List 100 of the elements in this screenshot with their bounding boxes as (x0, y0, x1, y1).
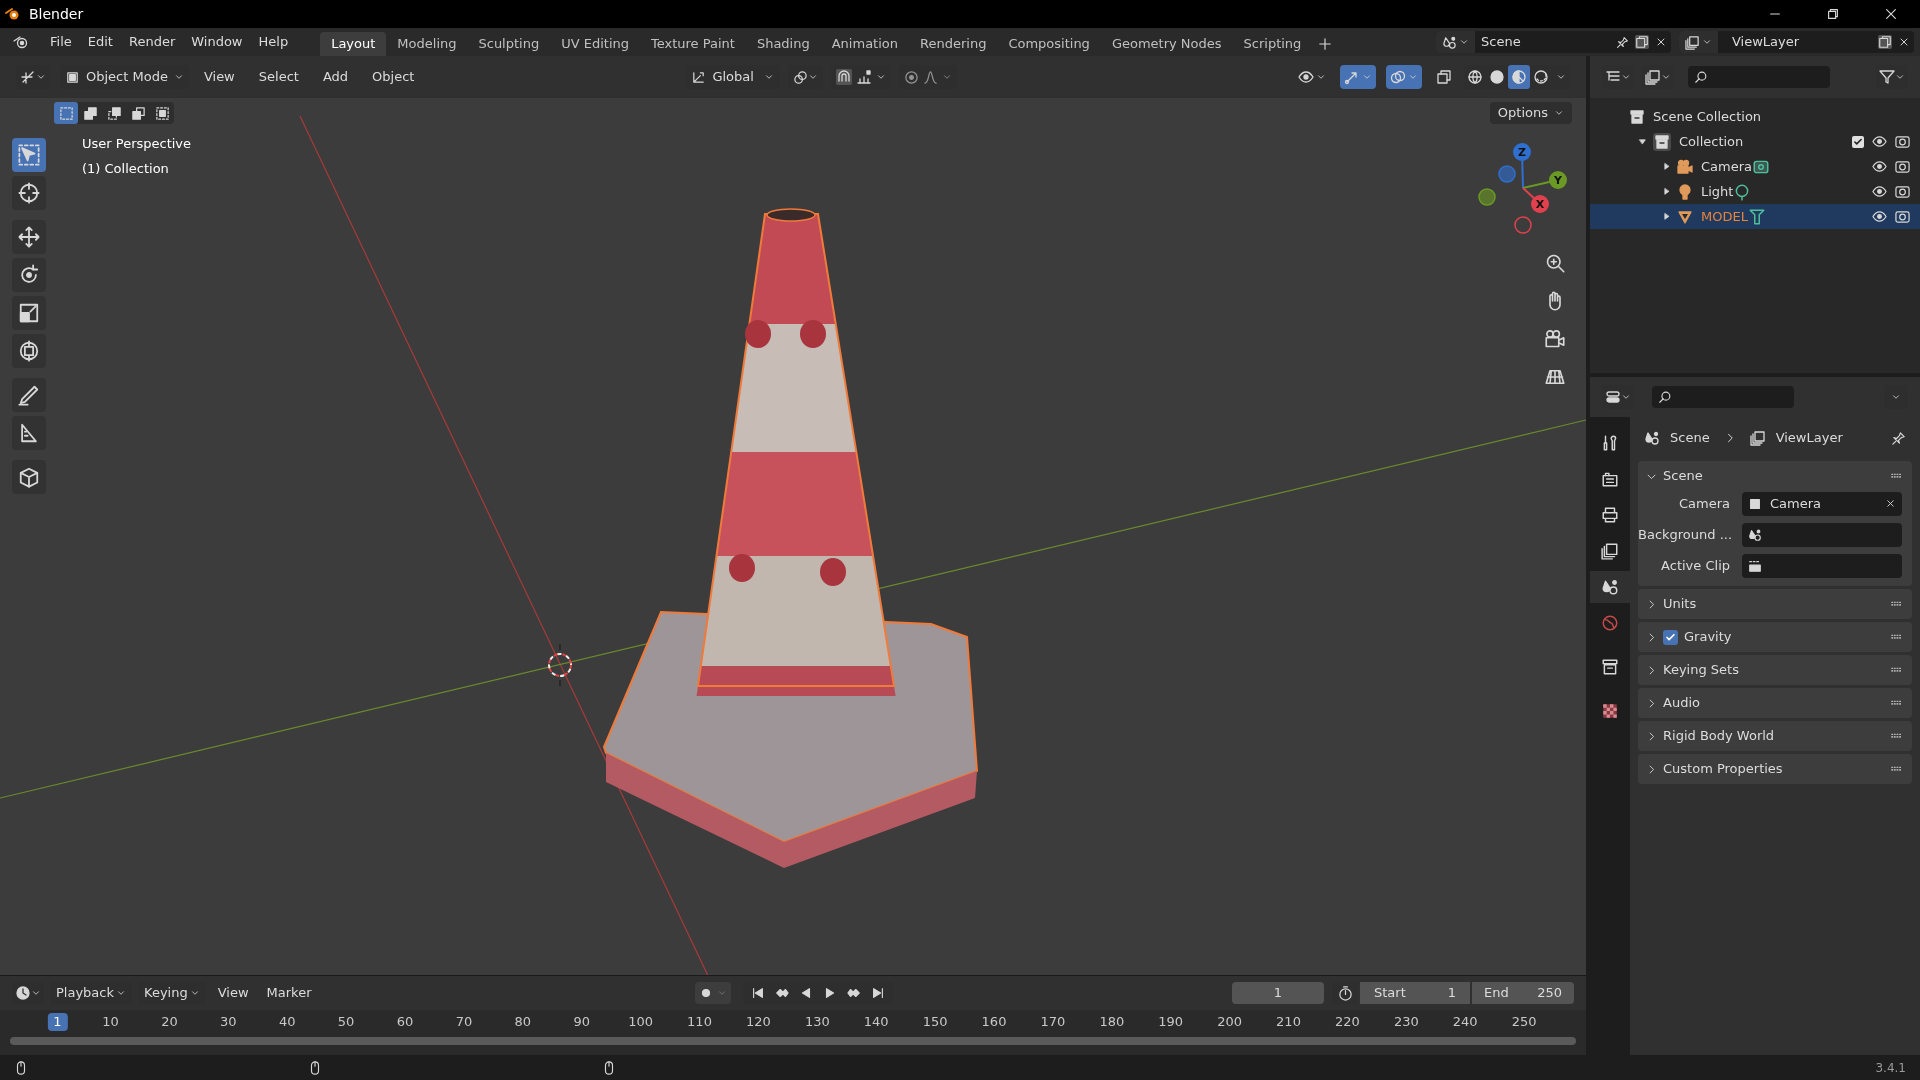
camera-icon[interactable] (1545, 329, 1565, 349)
current-frame-field[interactable]: 1 (1232, 982, 1324, 1004)
outliner-row[interactable]: Light (1590, 179, 1920, 204)
next-keyframe-icon[interactable] (847, 986, 862, 1000)
rotate-tool-button[interactable] (12, 258, 46, 292)
duplicate-icon[interactable] (1878, 35, 1892, 49)
frame-number[interactable]: 1 (47, 1013, 68, 1031)
measure-tool-button[interactable] (12, 416, 46, 450)
negative-axis-handle[interactable] (1478, 188, 1496, 206)
collapsed-arrow-icon[interactable] (1662, 162, 1671, 171)
stopwatch-icon[interactable] (1337, 985, 1353, 1001)
menu-item[interactable]: View (194, 65, 244, 89)
workspace-tab[interactable]: Modeling (386, 32, 468, 56)
gizmo-toggle[interactable] (1340, 65, 1376, 89)
add-cube-tool-button[interactable] (12, 460, 46, 494)
end-frame-field[interactable]: End 250 (1472, 982, 1574, 1004)
panel-header[interactable]: Custom Properties (1638, 754, 1912, 784)
outliner-row[interactable]: Collection (1590, 129, 1920, 154)
annotate-tool-button[interactable] (12, 378, 46, 412)
panel-header[interactable]: Units (1638, 589, 1912, 619)
workspace-tab[interactable]: Scripting (1232, 32, 1313, 56)
add-icon[interactable] (1318, 37, 1333, 51)
menu-item[interactable]: View (211, 982, 255, 1004)
panel-header[interactable]: Gravity (1638, 622, 1912, 652)
collapsed-arrow-icon[interactable] (1662, 187, 1671, 196)
previous-keyframe-icon[interactable] (775, 986, 790, 1000)
3d-viewport[interactable]: Options User Perspective (1) Collection Z Y X (0, 98, 1586, 975)
collapsed-arrow-icon[interactable] (1662, 212, 1671, 221)
scene-field[interactable] (1742, 522, 1902, 547)
outliner-row[interactable]: MODEL (1590, 204, 1920, 229)
menu-item[interactable]: Select (249, 65, 308, 89)
workspace-tab[interactable]: Compositing (997, 32, 1101, 56)
workspace-tab[interactable]: Layout (320, 32, 387, 56)
eye-icon[interactable] (1872, 209, 1887, 224)
workspace-tab[interactable]: Sculpting (467, 32, 551, 56)
blender-menu-icon[interactable] (13, 34, 29, 50)
restore-icon[interactable] (1826, 7, 1840, 21)
menu-item[interactable]: Marker (260, 982, 318, 1004)
menu-item[interactable]: Edit (79, 30, 121, 54)
transform-tool-button[interactable] (12, 334, 46, 368)
grid-icon[interactable] (1545, 367, 1565, 387)
negative-axis-handle[interactable] (1498, 165, 1516, 183)
jump-start-icon[interactable] (751, 986, 766, 1000)
axis-handle[interactable]: X (1531, 195, 1549, 213)
zoom-icon[interactable] (1545, 253, 1565, 273)
select-tool-button[interactable] (12, 138, 46, 172)
render-camera-icon[interactable] (1895, 209, 1910, 224)
axis-handle[interactable]: Z (1513, 143, 1531, 161)
clip-field[interactable] (1742, 553, 1902, 578)
workspace-tab[interactable]: Animation (820, 32, 909, 56)
start-frame-field[interactable]: Start 1 (1360, 982, 1470, 1004)
options-dropdown[interactable]: Options (1489, 102, 1572, 124)
eye-icon[interactable] (1872, 134, 1887, 149)
menu-item[interactable]: Object (363, 65, 424, 89)
eye-icon[interactable] (1872, 184, 1887, 199)
negative-axis-handle[interactable] (1514, 216, 1532, 234)
eye-icon[interactable] (1872, 159, 1887, 174)
search-field[interactable] (1652, 386, 1794, 408)
close-icon[interactable] (1655, 36, 1667, 48)
scene-properties-tab[interactable] (1590, 571, 1630, 603)
workspace-tab[interactable]: Rendering (909, 32, 998, 56)
3d-cursor-icon[interactable] (548, 643, 572, 687)
render-camera-icon[interactable] (1895, 159, 1910, 174)
overlay-toggle[interactable] (1386, 65, 1422, 89)
axis-handle[interactable]: Y (1549, 171, 1567, 189)
scene-selector[interactable]: Scene (1436, 31, 1671, 53)
workspace-tab[interactable]: Texture Paint (640, 32, 746, 56)
pin-icon[interactable] (1616, 35, 1629, 49)
expanded-arrow-icon[interactable] (1638, 137, 1647, 146)
pin-icon[interactable] (1891, 430, 1906, 446)
jump-end-icon[interactable] (871, 986, 886, 1000)
close-icon[interactable] (1898, 36, 1910, 48)
camera-field[interactable]: Camera (1742, 491, 1902, 516)
material-shading-button[interactable] (1508, 65, 1530, 89)
workspace-tab[interactable]: UV Editing (550, 32, 640, 56)
menu-item[interactable]: Help (250, 30, 297, 54)
close-icon[interactable] (1884, 7, 1898, 21)
menu-item[interactable]: Add (313, 65, 358, 89)
duplicate-icon[interactable] (1635, 35, 1649, 49)
panel-checkbox[interactable] (1663, 629, 1678, 645)
menu-item[interactable]: Render (120, 30, 184, 54)
panel-header[interactable]: Scene (1638, 461, 1912, 491)
auto-keying-button[interactable] (695, 982, 732, 1004)
workspace-tab[interactable]: Shading (745, 32, 821, 56)
menu-item[interactable]: Window (183, 30, 251, 54)
exclude-checkbox[interactable] (1852, 135, 1864, 148)
outliner-row[interactable]: Camera (1590, 154, 1920, 179)
outliner-row[interactable]: Scene Collection (1590, 104, 1920, 129)
menu-item[interactable]: File (42, 30, 80, 54)
close-icon[interactable] (1885, 498, 1896, 509)
render-camera-icon[interactable] (1895, 184, 1910, 199)
scale-tool-button[interactable] (12, 296, 46, 330)
panel-header[interactable]: Audio (1638, 688, 1912, 718)
scrollbar[interactable] (10, 1037, 1576, 1045)
workspace-tab[interactable]: Geometry Nodes (1100, 32, 1233, 56)
panel-header[interactable]: Rigid Body World (1638, 721, 1912, 751)
mesh-data-icon[interactable] (1747, 207, 1766, 226)
view-layer-selector[interactable]: ViewLayer (1679, 31, 1914, 53)
cursor-tool-button[interactable] (12, 176, 46, 210)
render-camera-icon[interactable] (1895, 134, 1910, 149)
